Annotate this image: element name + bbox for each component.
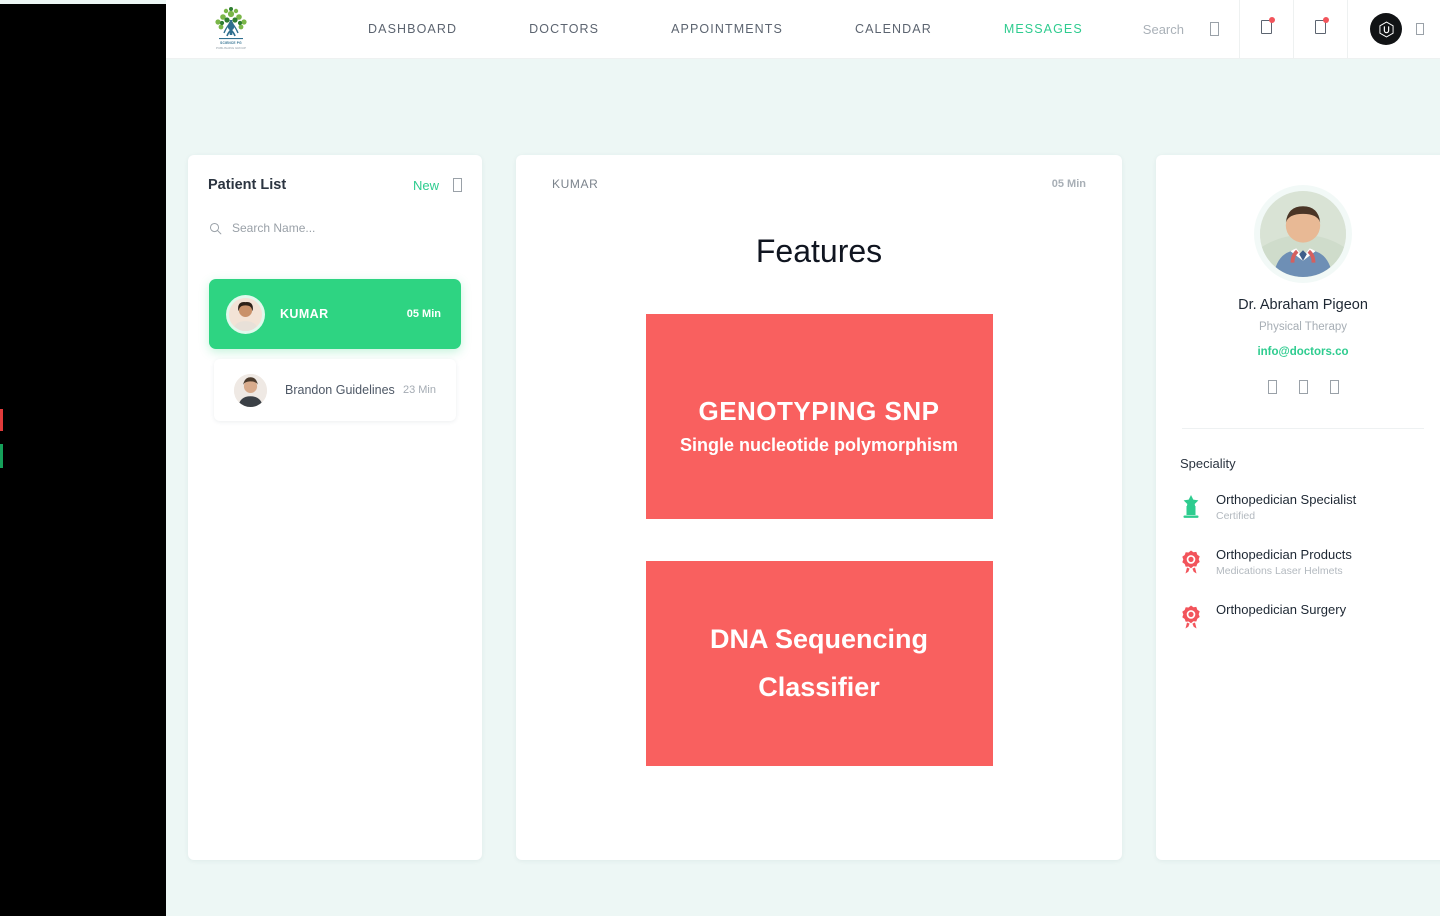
speciality-item-surgery[interactable]: Orthopedician Surgery xyxy=(1180,602,1426,635)
divider xyxy=(1182,428,1424,429)
search-icon xyxy=(1210,22,1219,36)
speciality-label: Orthopedician Specialist xyxy=(1216,492,1357,507)
patient-list-header: Patient List New xyxy=(206,177,464,193)
panels-row: Patient List New Search Name... KUMAR 05… xyxy=(188,155,1440,860)
top-header: SCIENCE PG PUBLISHING GROUP DASHBOARD DO… xyxy=(166,0,1440,59)
speciality-text: Orthopedician Products Medications Laser… xyxy=(1216,547,1352,577)
user-avatar xyxy=(1370,13,1402,45)
patient-search-row xyxy=(206,221,464,235)
avatar xyxy=(234,373,267,407)
avatar xyxy=(229,297,262,331)
list-item[interactable]: KUMAR 05 Min xyxy=(209,279,461,349)
doctor-photo-wrap xyxy=(1180,191,1426,277)
doctor-social-links xyxy=(1180,380,1426,394)
new-patient-label: New xyxy=(412,177,439,193)
chevron-down-icon xyxy=(1416,23,1424,35)
svg-text:PUBLISHING GROUP: PUBLISHING GROUP xyxy=(216,46,246,50)
messages-button[interactable] xyxy=(1293,0,1347,59)
health-tree-logo-icon: SCIENCE PG PUBLISHING GROUP xyxy=(215,7,247,50)
conversation-time: 05 Min xyxy=(1051,178,1086,190)
feature-card-title: DNA Sequencing xyxy=(709,624,929,655)
speciality-text: Orthopedician Specialist Certified xyxy=(1216,492,1356,522)
feature-card-title: GENOTYPING SNP xyxy=(698,395,940,426)
message-badge xyxy=(1323,16,1329,23)
search-icon xyxy=(209,222,222,234)
patient-list: KUMAR 05 Min Brandon Guidelines 23 Min xyxy=(206,279,464,421)
award-badge-icon xyxy=(1180,547,1210,580)
user-menu[interactable] xyxy=(1347,0,1440,59)
messages-icon xyxy=(1315,16,1329,39)
list-item[interactable]: Brandon Guidelines 23 Min xyxy=(214,359,456,421)
speciality-item-products[interactable]: Orthopedician Products Medications Laser… xyxy=(1180,547,1426,580)
notification-badge xyxy=(1269,16,1275,23)
patient-list-panel: Patient List New Search Name... KUMAR 05… xyxy=(188,155,482,860)
app-logo[interactable]: SCIENCE PG PUBLISHING GROUP xyxy=(188,5,274,53)
app-root: SCIENCE PG PUBLISHING GROUP DASHBOARD DO… xyxy=(0,0,1440,916)
content-heading: Features xyxy=(755,233,883,269)
nav-item-messages[interactable]: MESSAGES xyxy=(968,22,1119,36)
search-trigger[interactable]: Search xyxy=(1119,0,1239,59)
speciality-item-specialist[interactable]: Orthopedician Specialist Certified xyxy=(1180,492,1426,525)
nav-item-appointments[interactable]: APPOINTMENTS xyxy=(635,22,819,36)
notifications-button[interactable] xyxy=(1239,0,1293,59)
page-canvas: Patient List New Search Name... KUMAR 05… xyxy=(166,59,1440,916)
occluder-sliver-red xyxy=(0,409,3,431)
doctor-email[interactable]: info@doctors.co xyxy=(1180,346,1426,358)
conversation-header: KUMAR 05 Min xyxy=(552,177,1086,191)
linkedin-icon[interactable] xyxy=(1329,380,1339,394)
facebook-icon[interactable] xyxy=(1267,380,1277,394)
header-actions: Search xyxy=(1119,0,1440,59)
page-title: Patient List xyxy=(208,177,287,193)
nav-item-doctors[interactable]: DOCTORS xyxy=(493,22,635,36)
patient-time: 05 Min xyxy=(406,308,441,320)
conversation-panel: KUMAR 05 Min Features GENOTYPING SNP Sin… xyxy=(516,155,1122,860)
feature-card-subtitle: Single nucleotide polymorphism xyxy=(679,434,959,455)
twitter-icon[interactable] xyxy=(1298,380,1308,394)
hexagon-monogram-icon xyxy=(1378,21,1394,37)
conversation-patient-name: KUMAR xyxy=(552,177,599,191)
doctor-role: Physical Therapy xyxy=(1259,321,1347,333)
patient-name: Brandon Guidelines xyxy=(285,383,395,397)
nav-item-calendar[interactable]: CALENDAR xyxy=(819,22,968,36)
speciality-label: Orthopedician Products xyxy=(1216,547,1352,562)
patient-time: 23 Min xyxy=(402,384,436,396)
doctor-profile-panel: Dr. Abraham Pigeon Physical Therapy info… xyxy=(1156,155,1440,860)
patient-name: KUMAR xyxy=(280,307,329,321)
svg-text:SCIENCE PG: SCIENCE PG xyxy=(220,41,242,45)
content-cards: GENOTYPING SNP Single nucleotide polymor… xyxy=(552,314,1086,766)
notifications-icon xyxy=(1261,16,1275,39)
award-badge-icon xyxy=(1180,602,1210,635)
left-occluder xyxy=(0,4,166,916)
add-square-icon xyxy=(453,178,462,192)
speciality-text: Orthopedician Surgery xyxy=(1216,602,1346,617)
speciality-heading: Speciality xyxy=(1180,456,1236,471)
search-label: Search xyxy=(1142,21,1184,37)
new-patient-button[interactable]: New xyxy=(413,178,462,193)
feature-card-dna-sequencing[interactable]: DNA Sequencing Classifier xyxy=(645,561,993,766)
doctor-name: Dr. Abraham Pigeon xyxy=(1238,297,1368,313)
speciality-sub: Certified xyxy=(1216,510,1256,522)
avatar xyxy=(1260,191,1346,277)
speciality-sub: Medications Laser Helmets xyxy=(1216,565,1343,577)
occluder-sliver-green xyxy=(0,444,3,468)
speciality-list: Orthopedician Specialist Certified Ortho… xyxy=(1180,492,1426,635)
speciality-label: Orthopedician Surgery xyxy=(1216,602,1347,617)
nav-item-dashboard[interactable]: DASHBOARD xyxy=(332,22,493,36)
search-input[interactable] xyxy=(232,221,432,235)
feature-card-subtitle: Classifier xyxy=(758,671,880,702)
award-trophy-icon xyxy=(1180,492,1210,525)
feature-card-genotyping[interactable]: GENOTYPING SNP Single nucleotide polymor… xyxy=(645,314,993,519)
main-nav: DASHBOARD DOCTORS APPOINTMENTS CALENDAR … xyxy=(332,22,1119,36)
